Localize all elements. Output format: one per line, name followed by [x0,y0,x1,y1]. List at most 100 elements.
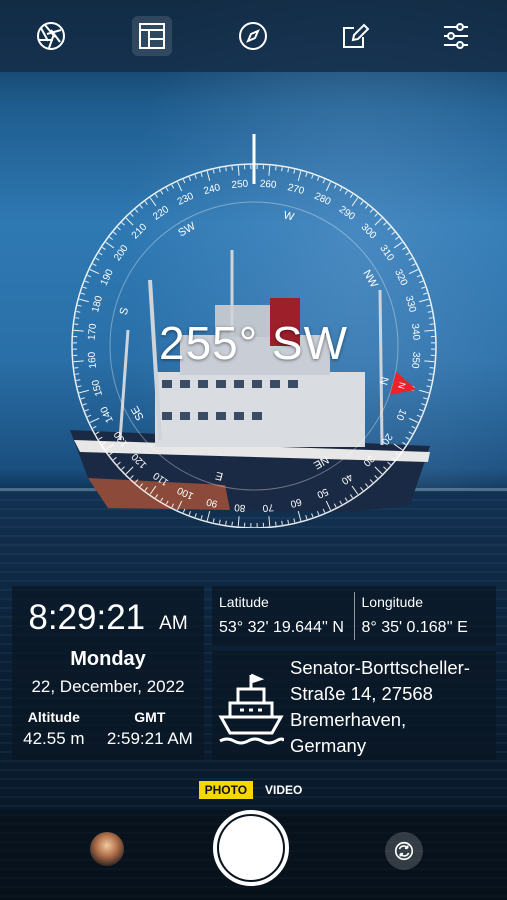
compass-tick [383,222,387,226]
top-toolbar [0,0,507,72]
coordinates-panel: Latitude 53° 32' 19.644'' N Longitude 8°… [212,586,496,646]
compass-tick [408,417,419,423]
compass-tick [322,179,326,184]
compass-tick [405,436,410,440]
compass-tick [351,485,359,495]
clock-ampm: AM [159,613,188,634]
compass-tick [139,483,143,487]
compass-tick [105,443,115,451]
mode-photo[interactable]: PHOTO [198,781,254,799]
cardinal-label-ne: NE [311,453,330,471]
compass-tick [369,479,374,483]
compass-tick [194,513,197,518]
degree-label: 70 [262,501,274,513]
compass-tick [79,298,89,303]
compass-tick [125,217,134,226]
compass-tick [182,508,186,513]
camera-switch-button[interactable] [385,832,423,870]
compass-tick [297,511,302,521]
degree-label: 100 [175,484,195,501]
compass-tick [218,519,221,524]
compass-tick [206,171,211,181]
compass-tick [411,425,416,429]
compass-tick [369,209,374,213]
address-line-1: Senator-Borttscheller- [290,657,470,678]
degree-label: 280 [313,191,333,208]
altitude-value: 42.55 m [23,729,85,748]
compass-tick [98,252,103,256]
compass-tick [225,167,227,172]
address-line-3: Bremerhaven, [290,709,407,730]
compass-tick [139,205,143,209]
compass-tick [101,441,106,445]
edit-button[interactable] [335,16,375,56]
compass-tick [427,310,432,313]
capture-mode-switcher: PHOTO VIDEO [0,781,507,799]
compass-tick [360,201,364,205]
compass-tick [109,452,113,456]
compass-tick [281,520,283,525]
compass-tick [82,286,87,289]
address-text: Senator-Borttscheller- Straße 14, 27568 … [290,655,496,759]
degree-label: 60 [289,496,303,510]
compass-tick [423,292,428,295]
compass-tick [325,500,331,511]
compass-tick [194,174,197,179]
compass-tick [419,280,424,284]
compass-tick [365,483,369,487]
compass-tick [416,274,421,278]
time-panel: 8:29:21 AM Monday 22, December, 2022 Alt… [12,586,204,760]
aperture-button[interactable] [31,16,71,56]
compass-tick [383,466,387,470]
compass-icon [239,22,268,50]
compass-tick [130,475,134,479]
degree-label: 80 [233,501,245,513]
gallery-thumbnail[interactable] [90,832,124,866]
compass-tick [87,414,92,418]
compass-tick [333,184,337,189]
compass-tick [351,197,359,207]
compass-tick [408,257,413,261]
compass-tick [101,247,106,251]
compass-tick [165,500,169,505]
compass-tick [402,441,407,445]
compass-tick [160,497,164,502]
address-line-4: Germany [290,735,367,756]
compass-tick [182,179,186,184]
compass-tick [155,494,159,499]
compass-tick [77,304,82,307]
compass-button[interactable] [233,16,273,56]
compass-tick [293,518,296,523]
compass-tick [109,236,113,240]
compass-tick [339,500,343,505]
compass-tick [155,193,159,198]
compass-tick [421,403,426,406]
shutter-button[interactable] [213,810,289,886]
compass-tick [212,518,215,523]
compass-tick [360,487,364,491]
compass-tick [200,172,203,177]
compass-tick [79,389,89,394]
compass-tick [402,247,407,251]
cardinal-label-n: N [377,375,391,386]
shutter-inner [219,816,283,880]
compass-tick [311,513,314,518]
compass-tick [95,431,100,435]
mode-video[interactable]: VIDEO [259,781,308,799]
compass-tick [408,431,413,435]
settings-button[interactable] [436,16,476,56]
compass-tick [419,408,424,412]
compass-tick [177,500,183,511]
edit-icon [342,23,370,48]
compass-tick [287,519,290,524]
compass-tick [428,373,433,375]
layout-button[interactable] [132,16,173,56]
compass-tick [393,241,403,249]
compass-tick [322,508,326,513]
compass-tick [171,503,175,508]
longitude-block: Longitude 8° 35' 0.168'' E [353,592,497,640]
degree-label: 230 [176,191,196,208]
compass-tick [237,165,240,176]
compass-tick [113,457,117,461]
compass-tick [84,408,89,412]
